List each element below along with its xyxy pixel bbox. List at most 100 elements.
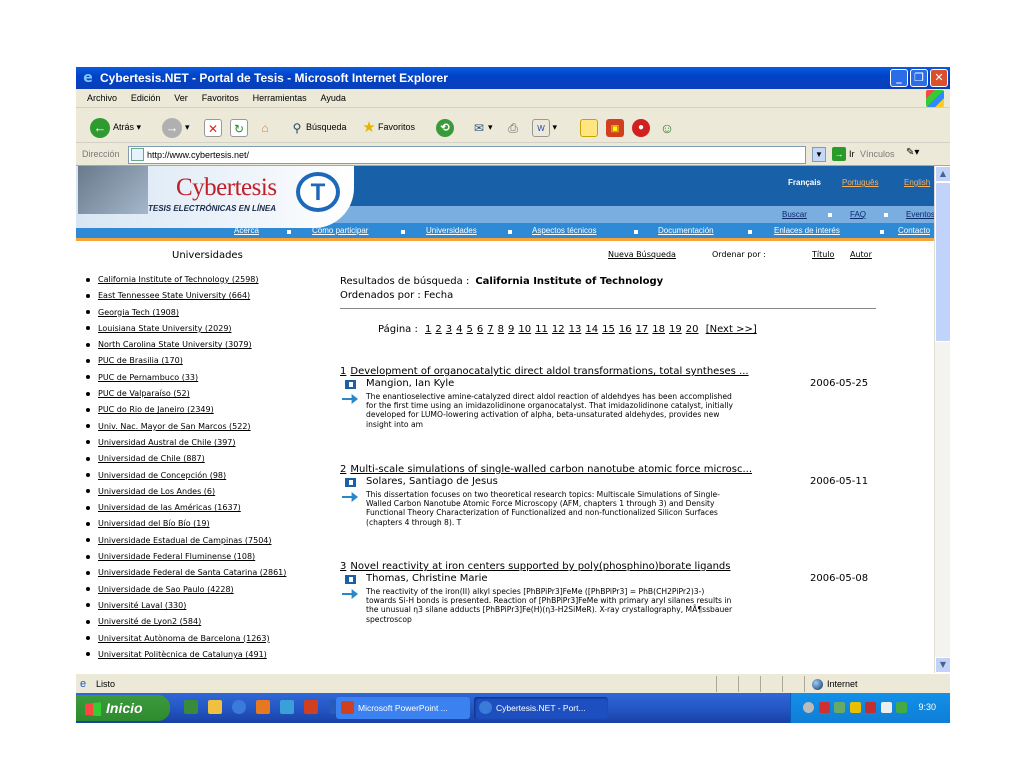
address-dropdown-icon[interactable]: ▼ [812, 147, 826, 162]
nav-universidades[interactable]: Universidades [426, 226, 477, 235]
page-link[interactable]: 8 [498, 324, 504, 335]
scroll-thumb[interactable] [935, 182, 950, 342]
page-link[interactable]: 1 [425, 324, 431, 335]
list-item[interactable]: California Institute of Technology (2598… [86, 272, 286, 288]
ie-icon[interactable] [232, 700, 247, 714]
page-link[interactable]: 17 [636, 324, 649, 335]
stop-button[interactable]: ✕ [204, 116, 222, 138]
page-link[interactable]: 19 [669, 324, 682, 335]
go-button[interactable]: → Ir [832, 147, 855, 161]
document-icon[interactable] [344, 477, 357, 488]
list-item[interactable]: Universidade Federal de Santa Catarina (… [86, 565, 286, 581]
list-item[interactable]: Universidade Federal Fluminense (108) [86, 549, 286, 565]
list-item[interactable]: North Carolina State University (3079) [86, 337, 286, 353]
list-item[interactable]: Université Laval (330) [86, 598, 286, 614]
site-logo[interactable]: Cybertesis TESIS ELECTRÓNICAS EN LÍNEA T [76, 166, 354, 228]
back-button[interactable]: ← Atrás ▾ [90, 116, 141, 138]
lang-english[interactable]: English [904, 178, 930, 187]
list-item[interactable]: Universidad de Chile (887) [86, 451, 286, 467]
page-link[interactable]: 14 [585, 324, 598, 335]
page-link[interactable]: 15 [602, 324, 615, 335]
powerpoint-icon[interactable] [304, 700, 319, 714]
outlook-icon[interactable] [256, 700, 271, 714]
page-link[interactable]: 3 [446, 324, 452, 335]
list-item[interactable]: Universidad de Concepción (98) [86, 468, 286, 484]
task-powerpoint[interactable]: Microsoft PowerPoint ... [336, 697, 470, 719]
list-item[interactable]: Universidade de Sao Paulo (4228) [86, 582, 286, 598]
minimize-button[interactable]: _ [890, 69, 908, 87]
menu-herramientas[interactable]: Herramientas [253, 89, 307, 108]
task-cybertesis[interactable]: Cybertesis.NET - Port... [474, 697, 608, 719]
list-item[interactable]: PUC de Brasilia (170) [86, 353, 286, 369]
list-item[interactable]: Universitat Politècnica de Catalunya (49… [86, 647, 286, 663]
result-title[interactable]: 2 Multi-scale simulations of single-walle… [340, 464, 876, 475]
close-button[interactable]: ✕ [930, 69, 948, 87]
page-link[interactable]: 11 [535, 324, 548, 335]
page-link[interactable]: 13 [569, 324, 582, 335]
sort-title-link[interactable]: Título [812, 250, 834, 259]
page-link[interactable]: 7 [487, 324, 493, 335]
top-link-eventos[interactable]: Eventos [906, 210, 934, 219]
lang-portugues[interactable]: Português [842, 178, 878, 187]
messenger-icon[interactable] [834, 702, 846, 713]
scroll-up-icon[interactable]: ▲ [935, 166, 950, 182]
page-link[interactable]: 4 [456, 324, 462, 335]
list-item[interactable]: East Tennessee State University (664) [86, 288, 286, 304]
mail-button[interactable]: ✉ ▾ [470, 116, 493, 138]
extension-icon[interactable]: ✎▾ [906, 147, 928, 162]
discuss-button[interactable] [580, 116, 598, 138]
start-button[interactable]: Inicio [76, 695, 170, 721]
page-link[interactable]: 16 [619, 324, 632, 335]
page-link[interactable]: 9 [508, 324, 514, 335]
next-page-link[interactable]: [Next >>] [706, 324, 757, 335]
list-item[interactable]: Universitat Autònoma de Barcelona (1263) [86, 631, 286, 647]
people-button[interactable]: ☺ [658, 116, 676, 138]
messenger-button[interactable]: ▣ [606, 116, 624, 138]
nav-contacto[interactable]: Contacto [898, 226, 930, 235]
print-button[interactable]: ⎙ [504, 116, 522, 138]
page-link[interactable]: 5 [467, 324, 473, 335]
list-item[interactable]: Louisiana State University (2029) [86, 321, 286, 337]
antivirus-icon[interactable] [818, 702, 830, 713]
list-item[interactable]: Universidad del Bío Bío (19) [86, 516, 286, 532]
result-title[interactable]: 1 Development of organocatalytic direct a… [340, 366, 876, 377]
new-search-link[interactable]: Nueva Búsqueda [608, 250, 676, 259]
volume-icon[interactable] [896, 702, 908, 713]
top-link-faq[interactable]: FAQ [850, 210, 866, 219]
nav-documentacion[interactable]: Documentación [658, 226, 714, 235]
page-link[interactable]: 20 [686, 324, 699, 335]
links-label[interactable]: Vínculos [860, 149, 895, 159]
nav-enlaces[interactable]: Enlaces de interés [774, 226, 840, 235]
list-item[interactable]: Univ. Nac. Mayor de San Marcos (522) [86, 419, 286, 435]
list-item[interactable]: Universidad de Los Andes (6) [86, 484, 286, 500]
edit-button[interactable]: W ▾ [532, 116, 557, 138]
arrow-icon[interactable] [342, 492, 358, 502]
address-input[interactable]: http://www.cybertesis.net/ [128, 146, 806, 164]
menu-edicion[interactable]: Edición [131, 89, 161, 108]
forward-button[interactable]: → ▾ [162, 116, 190, 138]
document-icon[interactable] [344, 379, 357, 390]
history-button[interactable]: ⟲ [436, 116, 457, 138]
menu-archivo[interactable]: Archivo [87, 89, 117, 108]
messenger-icon[interactable] [280, 700, 295, 714]
maximize-button[interactable]: ❐ [910, 69, 928, 87]
favorites-button[interactable]: ★ Favoritos [360, 116, 415, 138]
alert-icon[interactable] [865, 702, 877, 713]
list-item[interactable]: Universidad Austral de Chile (397) [86, 435, 286, 451]
arrow-icon[interactable] [342, 394, 358, 404]
list-item[interactable]: Georgia Tech (1908) [86, 305, 286, 321]
home-button[interactable]: ⌂ [256, 116, 274, 138]
top-link-buscar[interactable]: Buscar [782, 210, 807, 219]
page-link[interactable]: 10 [518, 324, 531, 335]
lang-francais[interactable]: Français [788, 178, 821, 187]
page-link[interactable]: 18 [652, 324, 665, 335]
folder-icon[interactable] [208, 700, 223, 714]
nav-como-participar[interactable]: Cómo participar [312, 226, 368, 235]
menu-ayuda[interactable]: Ayuda [320, 89, 345, 108]
sort-author-link[interactable]: Autor [850, 250, 872, 259]
bluetooth-button[interactable]: ● [632, 116, 653, 138]
list-item[interactable]: PUC de Pernambuco (33) [86, 370, 286, 386]
shield-icon[interactable] [849, 702, 861, 713]
list-item[interactable]: Université de Lyon2 (584) [86, 614, 286, 630]
vertical-scrollbar[interactable]: ▲ ▼ [934, 166, 950, 673]
